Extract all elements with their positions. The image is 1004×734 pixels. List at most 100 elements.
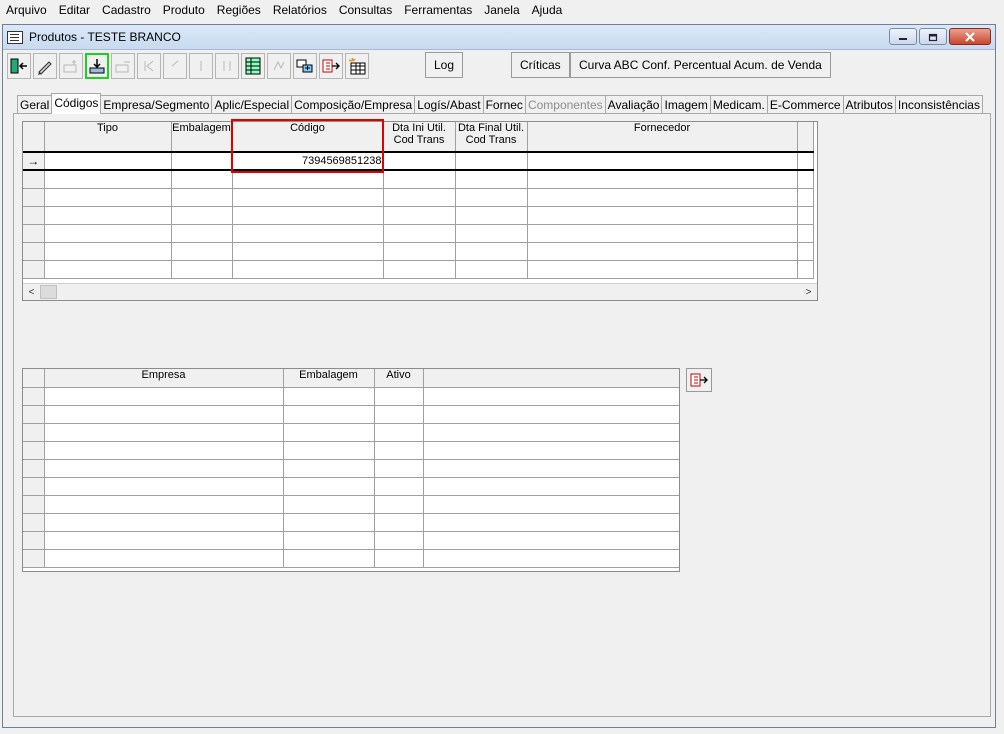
cell-tipo[interactable] <box>44 152 172 171</box>
edit-button[interactable] <box>33 53 57 79</box>
duplicate-button[interactable] <box>293 53 317 79</box>
table-row[interactable] <box>23 170 814 189</box>
minimize-button[interactable] <box>889 28 917 45</box>
table-row[interactable] <box>23 459 679 478</box>
table-row[interactable] <box>23 206 814 225</box>
tab-empresa-segmento[interactable]: Empresa/Segmento <box>100 95 213 114</box>
header-embalagem[interactable]: Embalagem <box>171 122 233 153</box>
table-row[interactable] <box>23 441 679 460</box>
tab-componentes[interactable]: Componentes <box>524 95 606 114</box>
header-fornecedor[interactable]: Fornecedor <box>527 122 798 153</box>
cell-embalagem[interactable] <box>171 152 233 171</box>
next-record-icon <box>200 61 202 71</box>
table-row[interactable] <box>23 188 814 207</box>
prev-record-icon <box>171 60 179 67</box>
table-row[interactable] <box>23 495 679 514</box>
close-button[interactable] <box>949 28 991 45</box>
new-grid-button[interactable] <box>345 53 369 79</box>
menu-bar: Arquivo Editar Cadastro Produto Regiões … <box>0 0 1004 21</box>
table-row-current[interactable]: → 7394569851238 <box>23 152 814 171</box>
table-row[interactable] <box>23 549 679 568</box>
tab-geral[interactable]: Geral <box>17 95 53 114</box>
menu-ferramentas[interactable]: Ferramentas <box>398 0 478 21</box>
first-record-icon <box>144 60 154 72</box>
header-codigo[interactable]: Código <box>232 122 384 153</box>
tab-imagem[interactable]: Imagem <box>661 95 711 114</box>
header-tipo[interactable]: Tipo <box>44 122 172 153</box>
table-row[interactable] <box>23 387 679 406</box>
cell-fornecedor[interactable] <box>527 152 798 171</box>
transfer-button[interactable] <box>319 53 343 79</box>
header-dta-ini-line2: Cod Trans <box>393 134 445 146</box>
scroll-thumb[interactable] <box>40 285 57 299</box>
tab-medicam[interactable]: Medicam. <box>709 95 768 114</box>
last-record-button[interactable] <box>215 53 239 79</box>
table-row[interactable] <box>23 477 679 496</box>
cell-dta-ini[interactable] <box>383 152 456 171</box>
empresa-grid: Empresa Embalagem Ativo <box>22 368 680 572</box>
header-empresa[interactable]: Empresa <box>44 369 284 388</box>
menu-consultas[interactable]: Consultas <box>333 0 398 21</box>
codes-grid-hscrollbar[interactable]: < > <box>23 283 817 300</box>
tab-composicao-empresa[interactable]: Composição/Empresa <box>291 95 416 114</box>
empresa-header-indicator <box>23 369 45 388</box>
last-record-icon <box>223 61 231 71</box>
header-dta-final-line2: Cod Trans <box>465 134 517 146</box>
save-button[interactable] <box>85 53 109 79</box>
toolbar <box>7 52 371 80</box>
menu-cadastro[interactable]: Cadastro <box>96 0 157 21</box>
tab-aplic-especial[interactable]: Aplic/Especial <box>211 95 293 114</box>
menu-janela[interactable]: Janela <box>478 0 525 21</box>
menu-regioes[interactable]: Regiões <box>211 0 267 21</box>
header-empresa-embalagem[interactable]: Embalagem <box>283 369 375 388</box>
tab-fornec[interactable]: Fornec <box>482 95 526 114</box>
menu-arquivo[interactable]: Arquivo <box>0 0 53 21</box>
restore-button[interactable] <box>919 28 947 45</box>
table-row[interactable] <box>23 531 679 550</box>
row-indicator-arrow-icon: → <box>23 152 45 171</box>
scroll-right-icon[interactable]: > <box>800 287 817 298</box>
tab-e-commerce[interactable]: E-Commerce <box>766 95 844 114</box>
next-record-button[interactable] <box>189 53 213 79</box>
tab-inconsistencias[interactable]: Inconsistências <box>894 95 983 114</box>
spreadsheet-button[interactable] <box>241 53 265 79</box>
log-button[interactable]: Log <box>425 52 464 78</box>
scroll-left-icon[interactable]: < <box>23 287 40 298</box>
cell-dta-final[interactable] <box>455 152 528 171</box>
table-row[interactable] <box>23 224 814 243</box>
first-record-button[interactable] <box>137 53 161 79</box>
table-row[interactable] <box>23 423 679 442</box>
tab-avaliacao[interactable]: Avaliação <box>604 95 663 114</box>
menu-editar[interactable]: Editar <box>53 0 96 21</box>
table-row[interactable] <box>23 242 814 261</box>
window-titlebar[interactable]: Produtos - TESTE BRANCO <box>3 25 995 50</box>
transfer-icon <box>690 373 708 387</box>
criticas-button[interactable]: Críticas <box>511 52 570 78</box>
exit-door-icon <box>10 58 27 74</box>
tab-panel-codigos: Tipo Embalagem Código Dta Ini Util. Cod T… <box>13 113 991 717</box>
table-row[interactable] <box>23 513 679 532</box>
tab-atributos[interactable]: Atributos <box>842 95 896 114</box>
window-icon <box>7 30 23 44</box>
table-row[interactable] <box>23 260 814 279</box>
prev-record-button[interactable] <box>163 53 187 79</box>
menu-ajuda[interactable]: Ajuda <box>526 0 569 21</box>
tab-codigos[interactable]: Códigos <box>51 93 102 114</box>
new-grid-icon <box>348 57 366 75</box>
insert-button[interactable] <box>59 53 83 79</box>
menu-produto[interactable]: Produto <box>157 0 211 21</box>
exit-button[interactable] <box>7 53 31 79</box>
header-dta-ini[interactable]: Dta Ini Util. Cod Trans <box>383 122 456 153</box>
table-row[interactable] <box>23 405 679 424</box>
delete-button[interactable] <box>111 53 135 79</box>
header-ativo[interactable]: Ativo <box>374 369 424 388</box>
menu-relatorios[interactable]: Relatórios <box>267 0 333 21</box>
tab-logis-abast[interactable]: Logís/Abast <box>414 95 484 114</box>
header-dta-final[interactable]: Dta Final Util. Cod Trans <box>455 122 528 153</box>
empresa-transfer-button[interactable] <box>686 368 712 392</box>
header-dta-ini-line1: Dta Ini Util. <box>392 122 446 134</box>
curva-abc-button[interactable]: Curva ABC Conf. Percentual Acum. de Vend… <box>570 52 831 78</box>
cell-codigo[interactable]: 7394569851238 <box>232 152 384 171</box>
undo-button[interactable] <box>267 53 291 79</box>
duplicate-icon <box>296 59 313 73</box>
